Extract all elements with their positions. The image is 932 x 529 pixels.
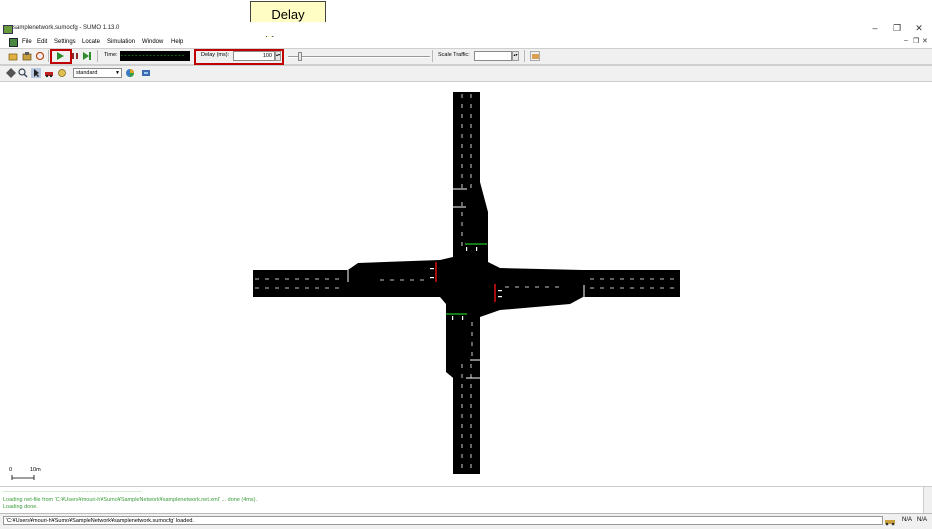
scale-traffic-spinner[interactable]: ▴▾ [512, 51, 519, 61]
step-simulation-icon[interactable] [82, 51, 92, 61]
menu-simulation[interactable]: Simulation [107, 39, 135, 45]
menu-file[interactable]: File [22, 39, 32, 45]
menu-window[interactable]: Window [142, 39, 163, 45]
status-na-2: N/A [917, 517, 928, 523]
message-log: ----------------------------------------… [0, 486, 932, 514]
document-icon [9, 38, 18, 47]
recenter-view-icon[interactable] [6, 68, 16, 78]
menu-bar: File Edit Settings Locate Simulation Win… [0, 37, 932, 48]
zoom-icon[interactable] [18, 68, 28, 78]
delay-highlight [194, 49, 284, 65]
delay-slider-track[interactable] [288, 56, 430, 58]
delay-slider-thumb[interactable] [298, 52, 302, 61]
mdi-minimize-button[interactable]: – [904, 37, 908, 44]
select-mode-icon[interactable] [31, 68, 41, 78]
toolbar-separator [48, 50, 49, 62]
time-display: ------------------ [120, 51, 190, 61]
locate-vehicle-icon[interactable] [530, 51, 540, 61]
close-button[interactable]: ✕ [912, 23, 926, 34]
color-scheme-select[interactable]: standard ▼ [73, 68, 122, 78]
vehicle-icon[interactable] [44, 68, 54, 78]
log-separator: ----------------------------------------… [3, 488, 142, 493]
west-road [253, 270, 358, 297]
mdi-restore-button[interactable]: ❐ [913, 37, 919, 45]
north-road [453, 92, 480, 190]
main-toolbar: Time: ------------------ Delay (ms): 100… [0, 48, 932, 65]
menu-help[interactable]: Help [171, 39, 183, 45]
east-road [583, 270, 680, 297]
log-line-1: Loading net-file from 'C:¥Users¥mouri-h¥… [3, 497, 257, 503]
settings-icon[interactable] [57, 68, 67, 78]
maximize-button[interactable]: ❐ [890, 23, 904, 34]
status-bar: 'C:¥Users¥mouri-h¥Sumo¥SampleNetwork¥sam… [0, 513, 932, 529]
toolbar-separator [432, 50, 433, 62]
view-toolbar: standard ▼ [0, 65, 932, 82]
intersection-map [11, 92, 680, 480]
title-bar: samplenetwork.sumocfg - SUMO 1.13.0 – ❐ … [0, 22, 932, 36]
scale-zero-label: 0 [9, 467, 13, 473]
minimize-button[interactable]: – [868, 23, 882, 33]
time-label: Time: [104, 52, 118, 58]
junction-area [345, 182, 583, 382]
open-network-icon[interactable] [22, 51, 32, 61]
log-line-2: Loading done. [3, 504, 38, 510]
menu-locate[interactable]: Locate [82, 39, 100, 45]
sumo-app-icon [3, 25, 13, 34]
open-config-icon[interactable] [8, 51, 18, 61]
screenshot-icon[interactable] [141, 68, 151, 78]
color-scheme-value: standard [76, 70, 98, 76]
callout-text: Delay [271, 7, 305, 22]
stop-simulation-icon[interactable] [70, 51, 80, 61]
menu-settings[interactable]: Settings [54, 39, 76, 45]
color-palette-icon[interactable] [125, 68, 135, 78]
network-view[interactable]: 0 10m [0, 82, 932, 486]
scale-ten-label: 10m [30, 467, 41, 473]
run-button-highlight [50, 49, 72, 64]
vehicle-status-icon [884, 517, 896, 528]
scale-traffic-input[interactable] [474, 51, 512, 61]
scale-traffic-label: Scale Traffic: [438, 52, 470, 58]
chevron-down-icon: ▼ [115, 70, 120, 76]
status-text: 'C:¥Users¥mouri-h¥Sumo¥SampleNetwork¥sam… [3, 516, 883, 525]
log-scrollbar[interactable] [923, 487, 932, 514]
window-title: samplenetwork.sumocfg - SUMO 1.13.0 [13, 25, 120, 31]
toolbar-separator [524, 50, 525, 62]
toolbar-separator [97, 50, 98, 62]
mdi-close-button[interactable]: ✕ [922, 37, 928, 45]
status-na-1: N/A [902, 517, 913, 523]
reload-icon[interactable] [35, 51, 45, 61]
menu-edit[interactable]: Edit [37, 39, 47, 45]
